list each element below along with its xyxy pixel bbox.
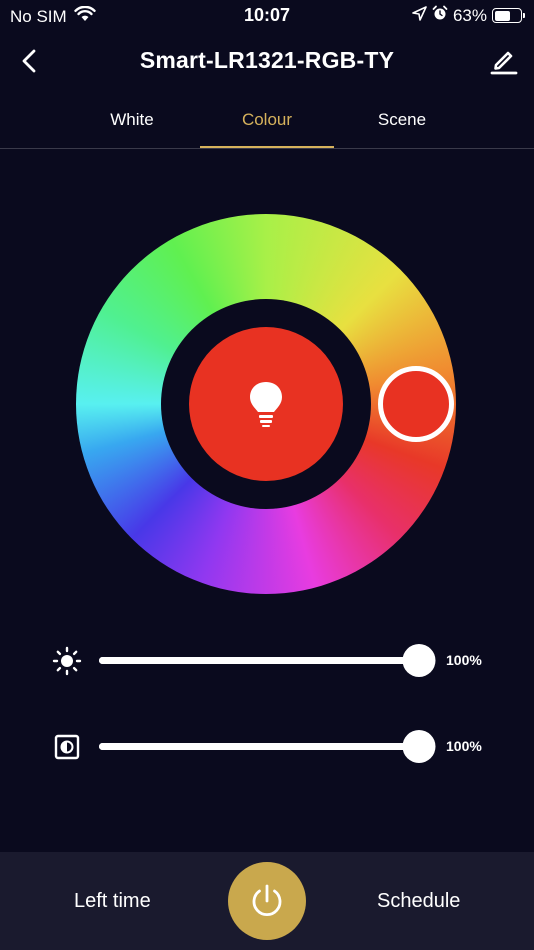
contrast-icon	[52, 732, 82, 762]
device-control-screen: No SIM 10:07 63% Smart-LR1321-RGB-TY Whi…	[0, 0, 534, 950]
battery-percent: 63%	[452, 5, 487, 25]
left-time-button[interactable]: Left time	[74, 890, 151, 913]
saturation-fill	[99, 743, 419, 750]
brightness-value: 100%	[446, 652, 482, 668]
battery-fill	[494, 10, 511, 21]
brightness-row: 100%	[0, 640, 534, 680]
tab-white[interactable]: White	[65, 110, 199, 130]
selected-color-preview[interactable]	[189, 327, 343, 481]
brightness-thumb[interactable]	[402, 644, 436, 677]
pencil-icon	[490, 51, 518, 75]
sun-icon	[52, 646, 82, 676]
saturation-slider[interactable]	[99, 730, 436, 763]
tab-scene[interactable]: Scene	[335, 110, 469, 130]
status-right: 63%	[412, 5, 525, 26]
edit-button[interactable]	[488, 44, 520, 76]
power-icon	[252, 884, 282, 917]
color-picker-handle[interactable]	[378, 366, 454, 442]
saturation-row: 100%	[0, 726, 534, 766]
schedule-button[interactable]: Schedule	[377, 890, 460, 913]
color-wheel-area	[76, 214, 456, 594]
header: Smart-LR1321-RGB-TY	[0, 38, 534, 84]
tab-colour[interactable]: Colour	[200, 110, 334, 130]
status-bar: No SIM 10:07 63%	[0, 0, 534, 32]
mode-tabs: White Colour Scene	[0, 100, 534, 149]
alarm-clock-icon	[432, 5, 448, 26]
brightness-fill	[99, 657, 419, 664]
page-title: Smart-LR1321-RGB-TY	[139, 47, 395, 73]
brightness-slider[interactable]	[99, 644, 436, 677]
light-bulb-icon	[250, 382, 282, 427]
saturation-thumb[interactable]	[402, 730, 436, 763]
power-button[interactable]	[228, 862, 306, 940]
bottom-bar: Left time Schedule	[0, 852, 534, 950]
active-tab-indicator	[200, 146, 334, 148]
saturation-value: 100%	[446, 738, 482, 754]
battery-icon	[492, 8, 525, 23]
location-arrow-icon	[412, 5, 427, 26]
